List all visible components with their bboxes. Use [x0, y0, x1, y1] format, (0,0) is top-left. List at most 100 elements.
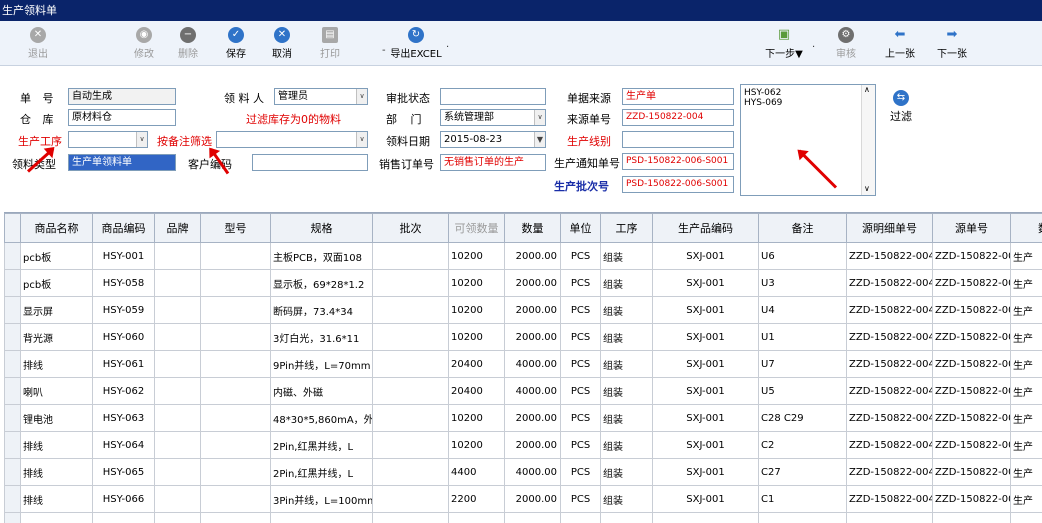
cell-process[interactable]: 组装	[600, 458, 653, 486]
cell-process[interactable]: 组装	[600, 404, 653, 432]
cell-more[interactable]: 生产	[1010, 242, 1042, 270]
table-row[interactable]: 排线 HSY-064 2Pin,红黑并线，L 10200 2000.00 PCS 组装 SXJ…	[4, 431, 1042, 459]
cell-model[interactable]	[200, 512, 271, 523]
cell-available-qty[interactable]: 10200	[448, 242, 505, 270]
cell-output-code[interactable]: SXJ-001	[652, 458, 759, 486]
save-button[interactable]: ✓ 保存	[216, 25, 256, 60]
cell-unit[interactable]: PCS	[560, 269, 601, 297]
cell-batch[interactable]	[372, 323, 449, 351]
cell-more[interactable]: 生产	[1010, 485, 1042, 513]
cell-process[interactable]: 组装	[600, 296, 653, 324]
table-row[interactable]: 排线 HSY-061 9Pin并线，L=70mm 20400 4000.00 PCS 组装 S…	[4, 350, 1042, 378]
cell-qty[interactable]: 2000.00	[504, 485, 561, 513]
cell-qty[interactable]: 2000.00	[504, 431, 561, 459]
cell-brand[interactable]	[154, 485, 201, 513]
cell-source-no[interactable]: ZZD-150822-004	[932, 485, 1011, 513]
cell-available-qty[interactable]: 4400	[448, 458, 505, 486]
cell-qty[interactable]: 2000.00	[504, 242, 561, 270]
chevron-down-icon[interactable]: ∨	[534, 110, 545, 125]
column-header-process[interactable]: 工序	[600, 213, 653, 243]
cell-source-no[interactable]: ZZD-150822-004	[932, 377, 1011, 405]
row-header[interactable]	[4, 242, 21, 270]
sales-order-field[interactable]: 无销售订单的生产	[440, 154, 546, 171]
cell-note[interactable]: U1	[758, 323, 847, 351]
cell-spec[interactable]: 3Pin并线，L=100mm	[270, 485, 373, 513]
row-header[interactable]	[4, 404, 21, 432]
cell-available-qty[interactable]: 10200	[448, 431, 505, 459]
pick-type-select[interactable]: 生产单领料单	[68, 154, 176, 171]
audit-button[interactable]: ⚙ 审核	[826, 25, 866, 60]
row-header[interactable]	[4, 485, 21, 513]
cell-process[interactable]: 组装	[600, 350, 653, 378]
cell-available-qty[interactable]: 10200	[448, 296, 505, 324]
cell-unit[interactable]: PCS	[560, 485, 601, 513]
cell-source-detail-no[interactable]: ZZD-150822-004-S00	[846, 458, 933, 486]
cell-brand[interactable]	[154, 350, 201, 378]
cell-brand[interactable]	[154, 377, 201, 405]
column-header-brand[interactable]: 品牌	[154, 213, 201, 243]
source-field[interactable]: 生产单	[622, 88, 734, 105]
row-header[interactable]	[4, 431, 21, 459]
cell-source-no[interactable]: ZZD-150822-004	[932, 269, 1011, 297]
cell-product-code[interactable]: HSY-063	[92, 404, 155, 432]
cell-note[interactable]: U7	[758, 350, 847, 378]
cell-batch[interactable]	[372, 458, 449, 486]
cell-unit[interactable]: PCS	[560, 377, 601, 405]
batch-no-field[interactable]: PSD-150822-006-S001	[622, 176, 734, 193]
cell-process[interactable]: 组装	[600, 485, 653, 513]
cell-unit[interactable]: PCS	[560, 296, 601, 324]
cell-output-code[interactable]: SXJ-001	[652, 323, 759, 351]
cell-batch[interactable]	[372, 242, 449, 270]
cell-source-detail-no[interactable]: ZZD-150822-004-S00	[846, 404, 933, 432]
cell-batch[interactable]	[372, 377, 449, 405]
cell-product-code[interactable]: HSY-058	[92, 269, 155, 297]
table-row[interactable]: 喇叭 HSY-062 内磁、外磁 20400 4000.00 PCS 组装 SXJ-001 U5…	[4, 377, 1042, 405]
cell-unit[interactable]	[560, 512, 601, 523]
table-row[interactable]: 排线 HSY-066 3Pin并线，L=100mm 2200 2000.00 PCS 组装 S…	[4, 485, 1042, 513]
cell-product-name[interactable]: 背光源	[20, 323, 93, 351]
cell-unit[interactable]: PCS	[560, 242, 601, 270]
cell-model[interactable]	[200, 350, 271, 378]
cell-product-code[interactable]: HSY-064	[92, 431, 155, 459]
delete-button[interactable]: − 删除	[168, 25, 208, 60]
cell-output-code[interactable]: SXJ-001	[652, 296, 759, 324]
cell-brand[interactable]	[154, 296, 201, 324]
cell-qty[interactable]: 2000.00	[504, 404, 561, 432]
cell-source-no[interactable]: ZZD-150822-004	[932, 404, 1011, 432]
cell-source-detail-no[interactable]: ZZD-150822-004-S00	[846, 431, 933, 459]
row-header[interactable]	[4, 323, 21, 351]
cell-unit[interactable]: PCS	[560, 404, 601, 432]
cell-product-code[interactable]: HSY-062	[92, 377, 155, 405]
cell-note[interactable]: U3	[758, 269, 847, 297]
chevron-down-icon[interactable]: ∨	[356, 89, 367, 104]
chevron-down-icon[interactable]: ∨	[136, 132, 147, 147]
cell-spec[interactable]: 9Pin并线，L=70mm	[270, 350, 373, 378]
table-row[interactable]: 排线 HSY-065 2Pin,红黑并线，L 4400 4000.00 PCS 组装 SXJ-…	[4, 458, 1042, 486]
cell-more[interactable]: 生产	[1010, 377, 1042, 405]
cell-batch[interactable]	[372, 269, 449, 297]
cell-spec[interactable]: 2Pin,红黑并线，L	[270, 431, 373, 459]
calendar-dropdown-icon[interactable]: ▼	[534, 132, 545, 147]
cell-qty[interactable]: 2000.00	[504, 323, 561, 351]
cell-source-no[interactable]: ZZD-150822-004	[932, 323, 1011, 351]
note-filter-select[interactable]: ∨	[216, 131, 368, 148]
cell-product-code[interactable]: HSY-066	[92, 485, 155, 513]
cell-product-name[interactable]: 排线	[20, 350, 93, 378]
cell-product-name[interactable]: pcb板	[20, 242, 93, 270]
cell-batch[interactable]	[372, 404, 449, 432]
cell-source-detail-no[interactable]	[846, 512, 933, 523]
cell-more[interactable]: 生产	[1010, 269, 1042, 297]
cell-output-code[interactable]	[652, 512, 759, 523]
cell-process[interactable]: 组装	[600, 269, 653, 297]
cell-spec[interactable]: 3灯白光，31.6*11	[270, 323, 373, 351]
cell-brand[interactable]	[154, 404, 201, 432]
cell-brand[interactable]	[154, 323, 201, 351]
cell-output-code[interactable]: SXJ-001	[652, 242, 759, 270]
cell-product-code[interactable]: HSY-065	[92, 458, 155, 486]
cell-source-no[interactable]	[932, 512, 1011, 523]
row-header[interactable]	[4, 512, 21, 523]
cell-available-qty[interactable]: 10200	[448, 404, 505, 432]
cell-available-qty[interactable]: 10200	[448, 323, 505, 351]
cell-more[interactable]: 生产	[1010, 404, 1042, 432]
modify-button[interactable]: ◉ 修改	[124, 25, 164, 60]
